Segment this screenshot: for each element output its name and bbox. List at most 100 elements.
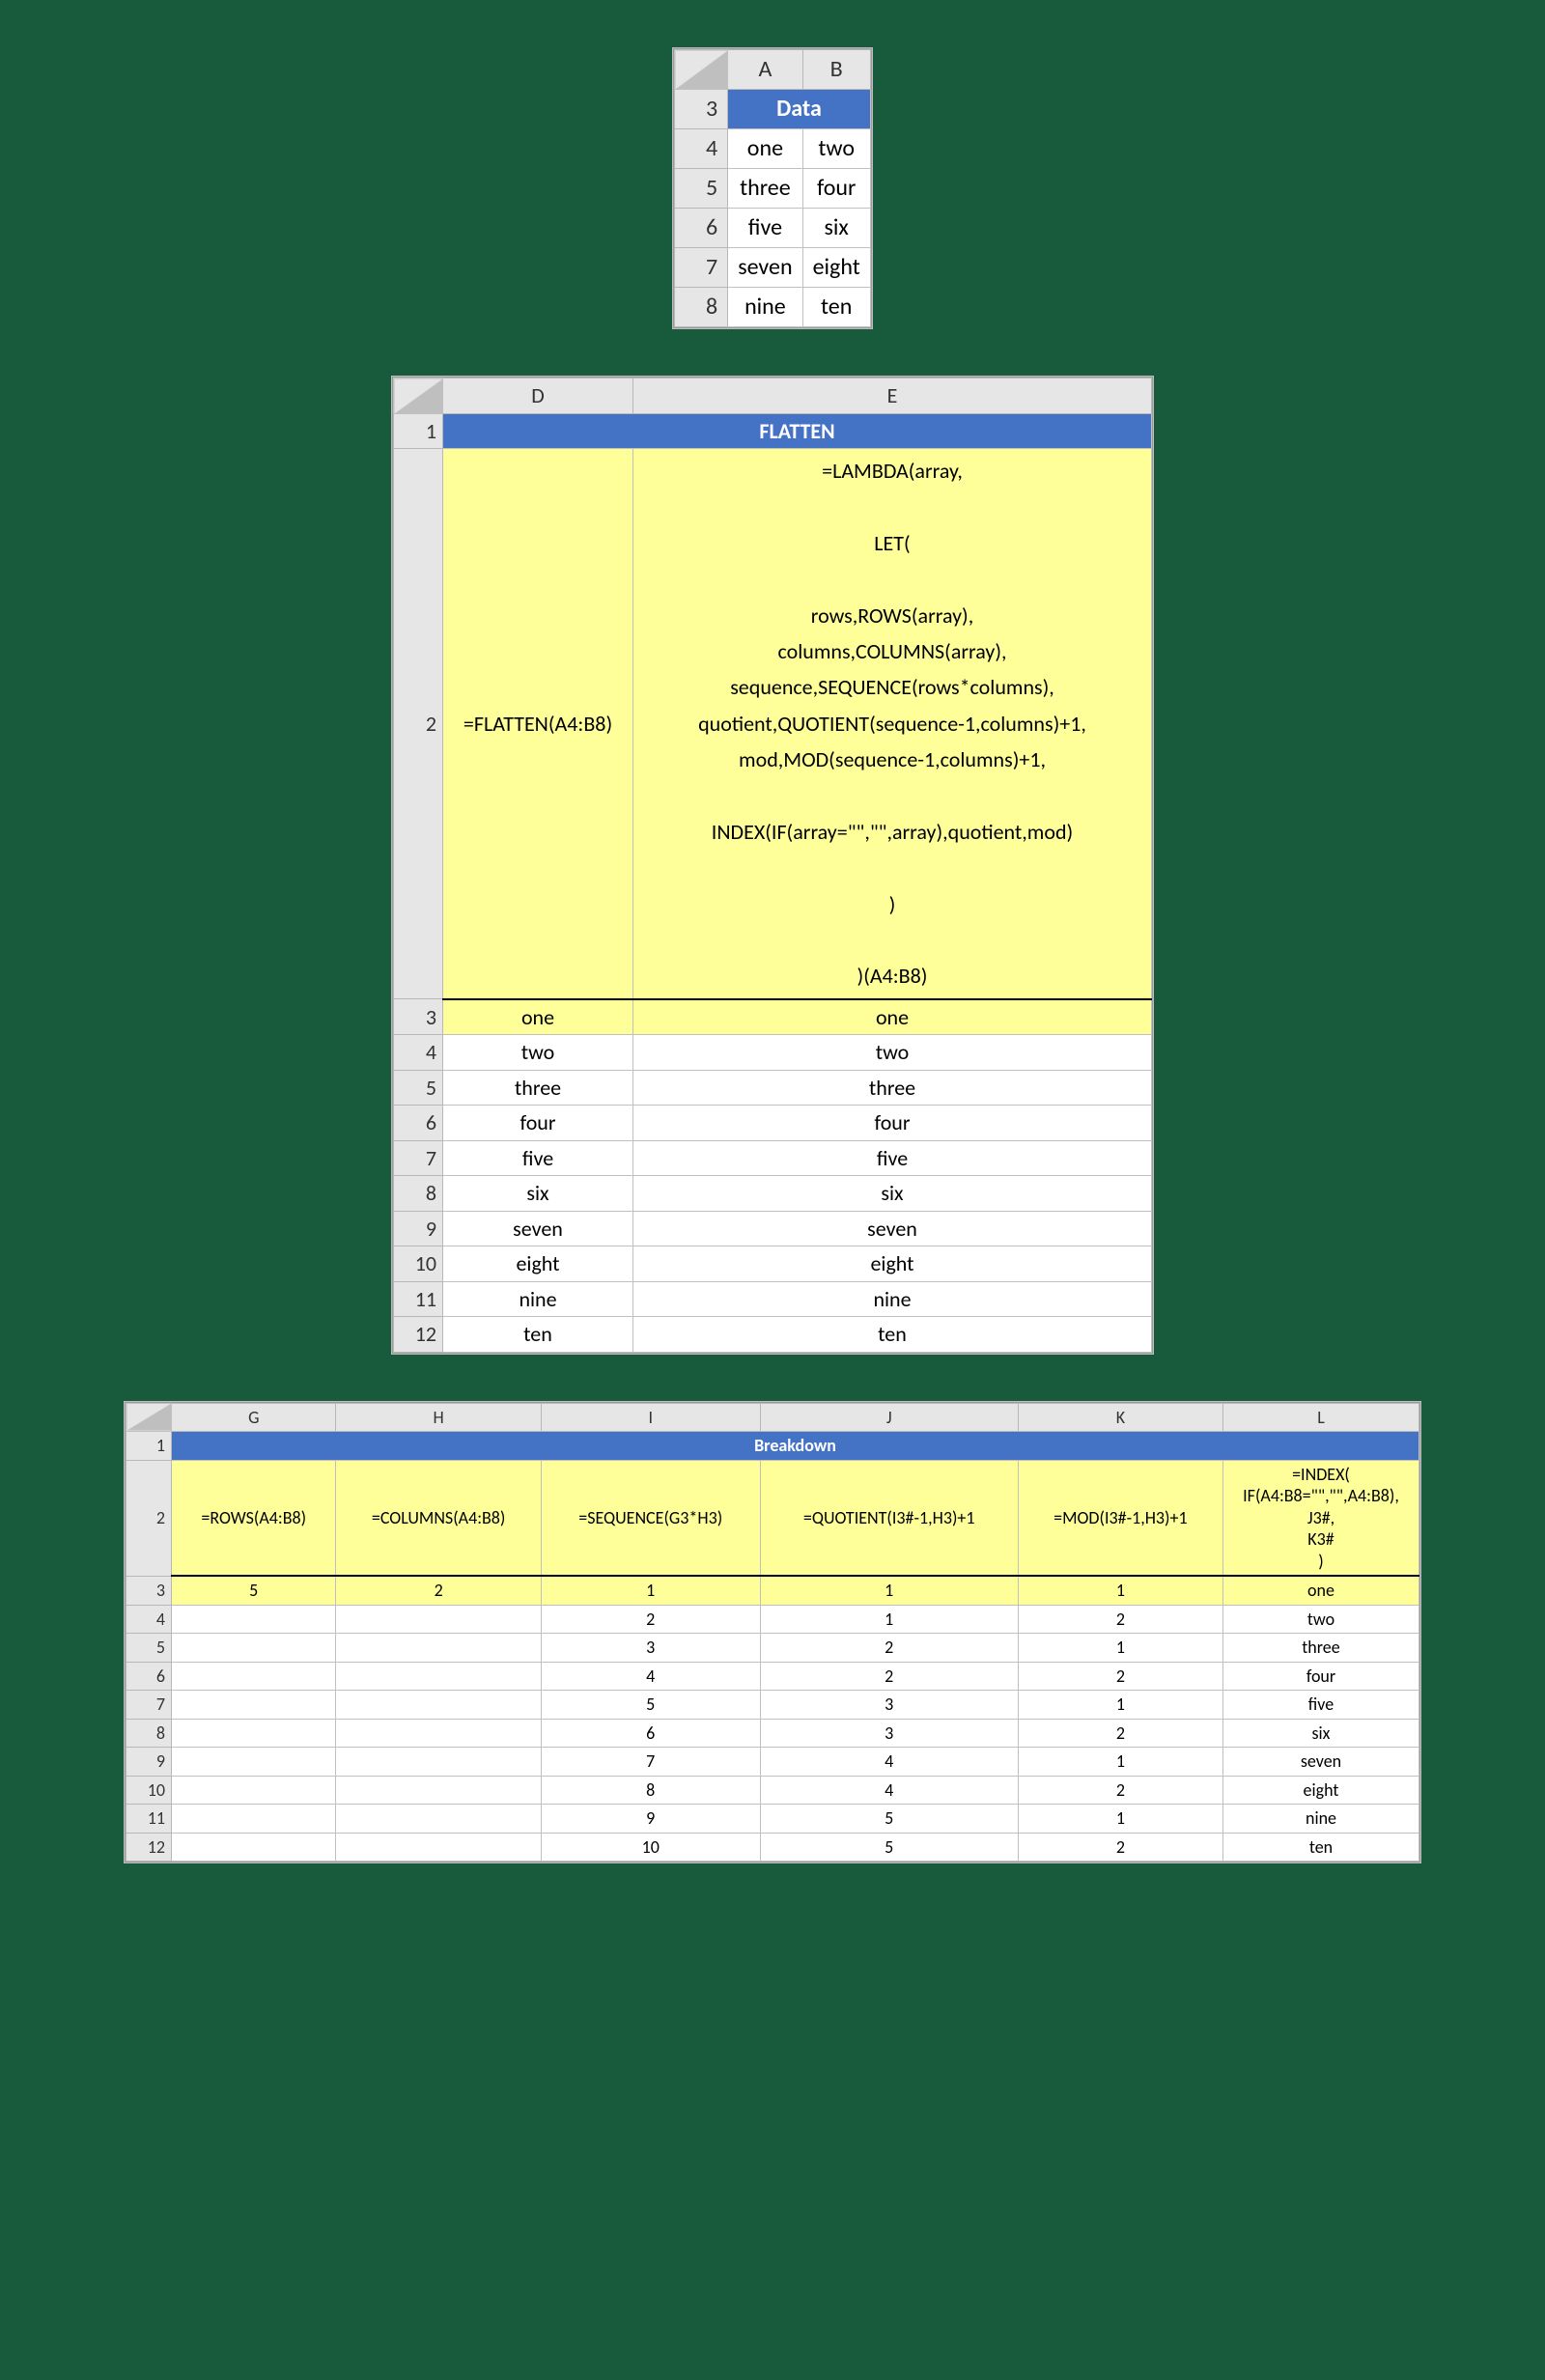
result-cell[interactable] [172,1605,336,1634]
result-cell[interactable]: 5 [541,1691,760,1720]
result-cell[interactable]: 3 [541,1634,760,1663]
result-cell[interactable]: three [443,1070,633,1106]
result-cell[interactable]: 2 [336,1576,541,1605]
data-cell[interactable]: eight [802,248,870,288]
result-cell[interactable]: 7 [541,1748,760,1777]
result-cell[interactable]: nine [1223,1805,1419,1834]
formula-cell[interactable]: =FLATTEN(A4:B8) [443,449,633,999]
result-cell[interactable]: seven [1223,1748,1419,1777]
result-cell[interactable] [172,1748,336,1777]
result-cell[interactable] [172,1776,336,1805]
result-cell[interactable]: 4 [760,1776,1018,1805]
data-cell[interactable]: five [728,209,802,248]
formula-cell[interactable]: =MOD(I3#-1,H3)+1 [1018,1460,1222,1576]
result-cell[interactable]: six [443,1176,633,1212]
result-cell[interactable]: 5 [760,1833,1018,1862]
result-cell[interactable]: 8 [541,1776,760,1805]
result-cell[interactable] [336,1748,541,1777]
result-cell[interactable]: seven [443,1211,633,1246]
result-cell[interactable]: one [443,999,633,1035]
result-cell[interactable]: 2 [1018,1833,1222,1862]
result-cell[interactable]: five [443,1140,633,1176]
result-cell[interactable]: two [1223,1605,1419,1634]
result-cell[interactable]: three [633,1070,1152,1106]
data-cell[interactable]: seven [728,248,802,288]
result-cell[interactable]: 3 [760,1691,1018,1720]
result-cell[interactable]: seven [633,1211,1152,1246]
result-cell[interactable] [336,1776,541,1805]
result-cell[interactable]: nine [443,1281,633,1317]
result-cell[interactable] [336,1805,541,1834]
result-cell[interactable]: 2 [1018,1776,1222,1805]
result-cell[interactable] [336,1719,541,1748]
result-cell[interactable]: four [1223,1662,1419,1691]
result-cell[interactable] [172,1805,336,1834]
result-cell[interactable] [336,1605,541,1634]
result-cell[interactable]: 2 [760,1662,1018,1691]
row-number: 5 [675,169,728,209]
result-cell[interactable]: one [633,999,1152,1035]
result-cell[interactable]: 6 [541,1719,760,1748]
result-cell[interactable]: five [1223,1691,1419,1720]
data-cell[interactable]: three [728,169,802,209]
result-cell[interactable]: eight [443,1246,633,1282]
result-cell[interactable] [172,1634,336,1663]
row-number: 8 [675,288,728,327]
result-cell[interactable] [336,1662,541,1691]
result-cell[interactable]: four [443,1106,633,1141]
result-cell[interactable]: nine [633,1281,1152,1317]
result-cell[interactable]: 4 [760,1748,1018,1777]
result-cell[interactable]: two [633,1035,1152,1071]
result-cell[interactable]: 1 [1018,1634,1222,1663]
result-cell[interactable]: 1 [1018,1748,1222,1777]
result-cell[interactable]: 2 [1018,1662,1222,1691]
result-cell[interactable]: 1 [541,1576,760,1605]
result-cell[interactable] [336,1691,541,1720]
result-cell[interactable]: 1 [1018,1576,1222,1605]
result-cell[interactable]: four [633,1106,1152,1141]
result-cell[interactable]: two [443,1035,633,1071]
formula-cell[interactable]: =LAMBDA(array, LET( rows,ROWS(array), co… [633,449,1152,999]
data-cell[interactable]: four [802,169,870,209]
result-cell[interactable]: 1 [1018,1691,1222,1720]
data-cell[interactable]: two [802,129,870,169]
result-cell[interactable] [172,1662,336,1691]
result-cell[interactable]: six [633,1176,1152,1212]
formula-cell[interactable]: =INDEX( IF(A4:B8="","",A4:B8), J3#, K3# … [1223,1460,1419,1576]
result-cell[interactable] [172,1719,336,1748]
result-cell[interactable]: 1 [760,1605,1018,1634]
result-cell[interactable]: 10 [541,1833,760,1862]
result-cell[interactable]: 2 [760,1634,1018,1663]
result-cell[interactable]: 1 [760,1576,1018,1605]
data-cell[interactable]: one [728,129,802,169]
result-cell[interactable]: 1 [1018,1805,1222,1834]
result-cell[interactable] [172,1691,336,1720]
result-cell[interactable]: 3 [760,1719,1018,1748]
result-cell[interactable] [336,1833,541,1862]
formula-cell[interactable]: =ROWS(A4:B8) [172,1460,336,1576]
formula-cell[interactable]: =QUOTIENT(I3#-1,H3)+1 [760,1460,1018,1576]
result-cell[interactable] [172,1833,336,1862]
formula-cell[interactable]: =COLUMNS(A4:B8) [336,1460,541,1576]
result-cell[interactable]: 9 [541,1805,760,1834]
formula-cell[interactable]: =SEQUENCE(G3*H3) [541,1460,760,1576]
result-cell[interactable]: five [633,1140,1152,1176]
result-cell[interactable]: eight [633,1246,1152,1282]
result-cell[interactable] [336,1634,541,1663]
result-cell[interactable]: 2 [1018,1719,1222,1748]
result-cell[interactable]: 2 [541,1605,760,1634]
result-cell[interactable]: one [1223,1576,1419,1605]
result-cell[interactable]: 5 [760,1805,1018,1834]
result-cell[interactable]: ten [443,1317,633,1353]
result-cell[interactable]: eight [1223,1776,1419,1805]
result-cell[interactable]: ten [1223,1833,1419,1862]
result-cell[interactable]: ten [633,1317,1152,1353]
data-cell[interactable]: nine [728,288,802,327]
result-cell[interactable]: three [1223,1634,1419,1663]
result-cell[interactable]: 2 [1018,1605,1222,1634]
result-cell[interactable]: 5 [172,1576,336,1605]
data-cell[interactable]: six [802,209,870,248]
result-cell[interactable]: six [1223,1719,1419,1748]
result-cell[interactable]: 4 [541,1662,760,1691]
data-cell[interactable]: ten [802,288,870,327]
